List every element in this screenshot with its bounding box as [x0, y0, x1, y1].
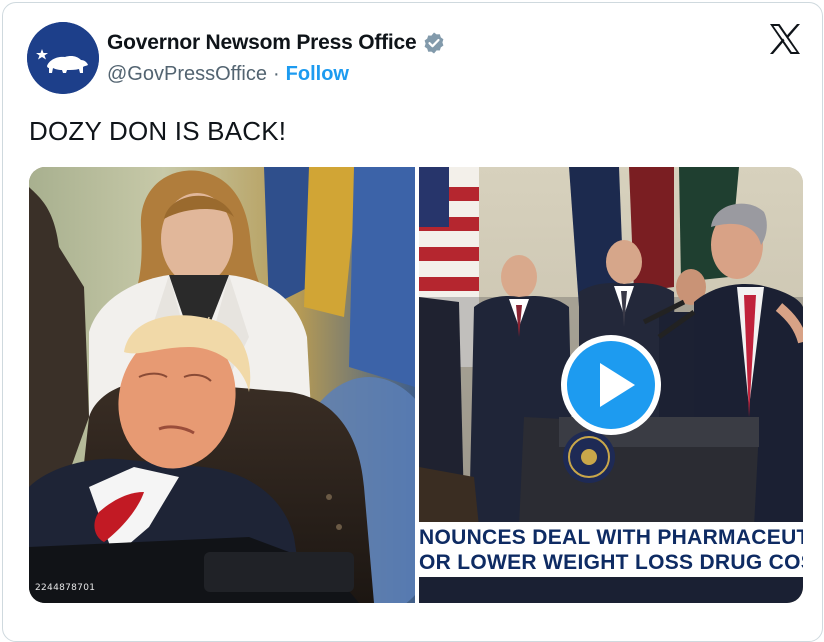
play-icon: [600, 363, 635, 407]
oval-office-photo: [29, 167, 415, 603]
x-logo-icon[interactable]: [768, 23, 802, 55]
chyron-line-1: NOUNCES DEAL WITH PHARMACEUTICAL: [419, 526, 803, 549]
separator-dot: ·: [272, 63, 280, 85]
news-chyron: NOUNCES DEAL WITH PHARMACEUTICAL OR LOWE…: [419, 522, 803, 577]
media-grid: 2244878701 NOUNCES DEAL WITH PHARMACEU O…: [29, 167, 803, 603]
author-handle-row: @GovPressOffice · Follow: [107, 63, 349, 86]
photo-left[interactable]: 2244878701: [29, 167, 415, 603]
verified-badge-icon: [424, 32, 443, 54]
follow-button[interactable]: Follow: [286, 63, 349, 86]
play-button-inner: [567, 341, 655, 429]
author-display-name[interactable]: Governor Newsom Press Office: [107, 31, 417, 55]
california-bear-icon: [27, 22, 99, 94]
tweet-card[interactable]: Governor Newsom Press Office @GovPressOf…: [2, 2, 823, 642]
video-right[interactable]: NOUNCES DEAL WITH PHARMACEUTICAL OR LOWE…: [419, 167, 803, 603]
play-button[interactable]: [561, 335, 661, 435]
chyron-bottom-bar: [419, 577, 803, 603]
tweet-text: DOZY DON IS BACK!: [29, 116, 287, 146]
chyron-line-2: OR LOWER WEIGHT LOSS DRUG COSTS: [419, 551, 803, 574]
avatar[interactable]: [27, 22, 99, 94]
photo-id-watermark: 2244878701: [35, 583, 96, 593]
author-handle[interactable]: @GovPressOffice: [107, 63, 267, 86]
author-name-row: Governor Newsom Press Office: [107, 29, 446, 57]
